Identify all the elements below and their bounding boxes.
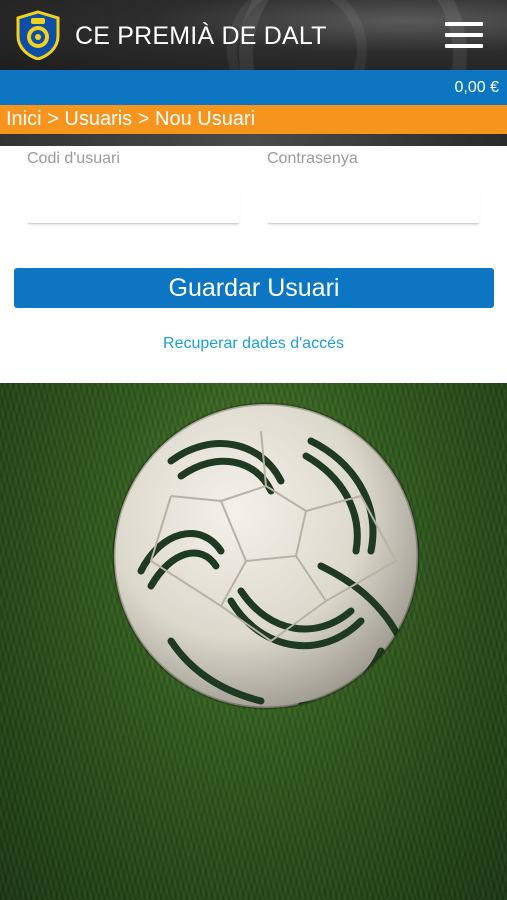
new-user-form: Codi d'usuari Contrasenya Guardar Usuari…	[0, 146, 507, 383]
password-field: Contrasenya	[267, 146, 480, 226]
breadcrumb-separator: >	[47, 108, 65, 130]
user-code-label: Codi d'usuari	[27, 150, 120, 167]
club-name: CE PREMIÀ DE DALT	[75, 22, 327, 50]
header-strip	[0, 134, 507, 146]
password-label: Contrasenya	[267, 150, 358, 167]
club-crest-icon[interactable]	[14, 10, 62, 60]
cart-total[interactable]: 0,00 €	[455, 79, 499, 97]
soccer-ball-icon	[112, 402, 420, 710]
breadcrumb: Inici > Usuaris > Nou Usuari	[0, 105, 507, 134]
breadcrumb-item-home[interactable]: Inici	[6, 108, 42, 130]
app-header: CE PREMIÀ DE DALT	[0, 0, 507, 70]
breadcrumb-separator: >	[137, 108, 155, 130]
breadcrumb-item-users[interactable]: Usuaris	[64, 108, 132, 130]
user-code-input[interactable]	[27, 182, 240, 224]
password-input[interactable]	[267, 182, 480, 224]
recover-access-link[interactable]: Recuperar dades d'accés	[0, 335, 507, 353]
breadcrumb-item-current: Nou Usuari	[155, 108, 256, 130]
background-image	[0, 383, 507, 900]
hamburger-menu-icon[interactable]	[445, 22, 483, 50]
save-user-button[interactable]: Guardar Usuari	[14, 268, 494, 308]
cart-bar: 0,00 €	[0, 70, 507, 105]
user-code-field: Codi d'usuari	[27, 146, 240, 226]
